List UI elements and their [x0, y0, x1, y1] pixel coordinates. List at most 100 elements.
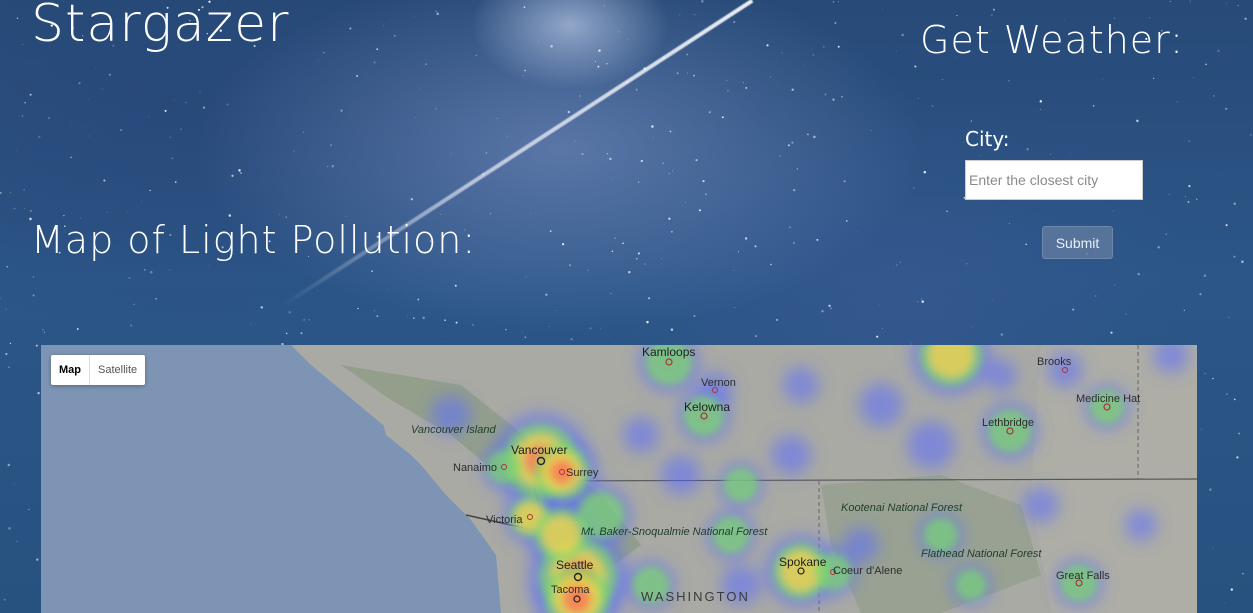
map-type-map-button[interactable]: Map: [51, 355, 90, 385]
star: [893, 267, 894, 269]
star: [1070, 153, 1071, 155]
star: [1220, 108, 1222, 110]
star: [963, 142, 964, 143]
star: [821, 310, 824, 313]
star: [946, 210, 948, 213]
star: [1110, 331, 1113, 334]
star: [10, 192, 12, 194]
star: [1005, 252, 1006, 253]
star: [1039, 100, 1043, 103]
star: [896, 264, 898, 266]
star: [1072, 308, 1075, 311]
star: [496, 117, 498, 120]
star: [76, 328, 79, 330]
star: [1250, 134, 1252, 136]
map-type-satellite-button[interactable]: Satellite: [90, 355, 145, 385]
star: [567, 110, 570, 114]
star: [570, 338, 573, 341]
star: [47, 116, 51, 120]
star: [506, 136, 508, 138]
star: [422, 316, 425, 320]
star: [454, 284, 457, 287]
light-pollution-blob: [988, 409, 1032, 453]
star: [992, 300, 993, 301]
star: [202, 106, 206, 109]
star: [1236, 456, 1239, 459]
star: [1233, 202, 1236, 206]
star: [88, 98, 89, 100]
star: [638, 181, 640, 183]
star: [579, 95, 581, 97]
star: [1230, 588, 1233, 591]
star: [415, 116, 417, 118]
city-input[interactable]: [965, 160, 1143, 200]
star: [1050, 153, 1051, 155]
city-label-vernon: Vernon: [701, 377, 736, 389]
star: [1112, 210, 1114, 212]
star: [733, 21, 735, 23]
star: [1204, 372, 1206, 374]
star: [1136, 119, 1139, 123]
star: [164, 109, 167, 112]
star: [845, 220, 848, 222]
light-pollution-map[interactable]: Kamloops Vernon Kelowna Vancouver Surrey…: [41, 345, 1197, 613]
star: [1169, 0, 1172, 3]
star: [1168, 193, 1170, 196]
city-label-tacoma: Tacoma: [551, 584, 590, 596]
star: [1238, 432, 1241, 435]
star: [171, 157, 174, 160]
star: [1212, 95, 1215, 97]
star: [781, 52, 783, 54]
star: [1233, 398, 1236, 401]
star: [734, 307, 736, 308]
star: [455, 321, 458, 324]
star: [970, 120, 972, 122]
star: [317, 290, 319, 291]
star: [23, 189, 25, 191]
map-canvas[interactable]: Kamloops Vernon Kelowna Vancouver Surrey…: [41, 345, 1197, 613]
star: [622, 242, 624, 244]
star: [726, 79, 728, 81]
light-pollution-blob: [1125, 509, 1157, 541]
star: [413, 317, 415, 319]
star: [36, 558, 39, 561]
star: [95, 66, 96, 68]
star: [668, 217, 671, 220]
star: [1000, 333, 1003, 336]
star: [150, 271, 153, 274]
star: [611, 250, 614, 253]
star: [653, 136, 654, 138]
star: [472, 324, 474, 326]
star: [704, 193, 707, 196]
star: [701, 0, 704, 3]
star: [524, 336, 527, 339]
star: [513, 236, 515, 238]
star: [733, 270, 735, 271]
star: [32, 276, 34, 278]
light-pollution-blob: [661, 455, 701, 495]
star: [651, 125, 654, 128]
star: [1114, 284, 1116, 286]
star: [742, 82, 744, 84]
star: [737, 251, 740, 253]
light-pollution-blob: [771, 435, 811, 475]
star: [356, 75, 359, 77]
star: [744, 237, 748, 240]
city-label-great-falls: Great Falls: [1056, 570, 1110, 582]
star: [140, 200, 142, 202]
submit-button[interactable]: Submit: [1042, 226, 1113, 259]
star: [37, 391, 40, 395]
star: [174, 99, 175, 101]
star: [1217, 49, 1220, 53]
light-pollution-blob: [859, 383, 903, 427]
star: [300, 332, 303, 335]
star: [22, 44, 23, 45]
star: [640, 159, 643, 163]
star: [545, 293, 548, 296]
star: [581, 153, 584, 156]
star: [1008, 80, 1010, 82]
star: [387, 289, 388, 290]
star: [693, 74, 695, 77]
star: [830, 307, 832, 310]
city-label-seattle: Seattle: [556, 558, 594, 572]
